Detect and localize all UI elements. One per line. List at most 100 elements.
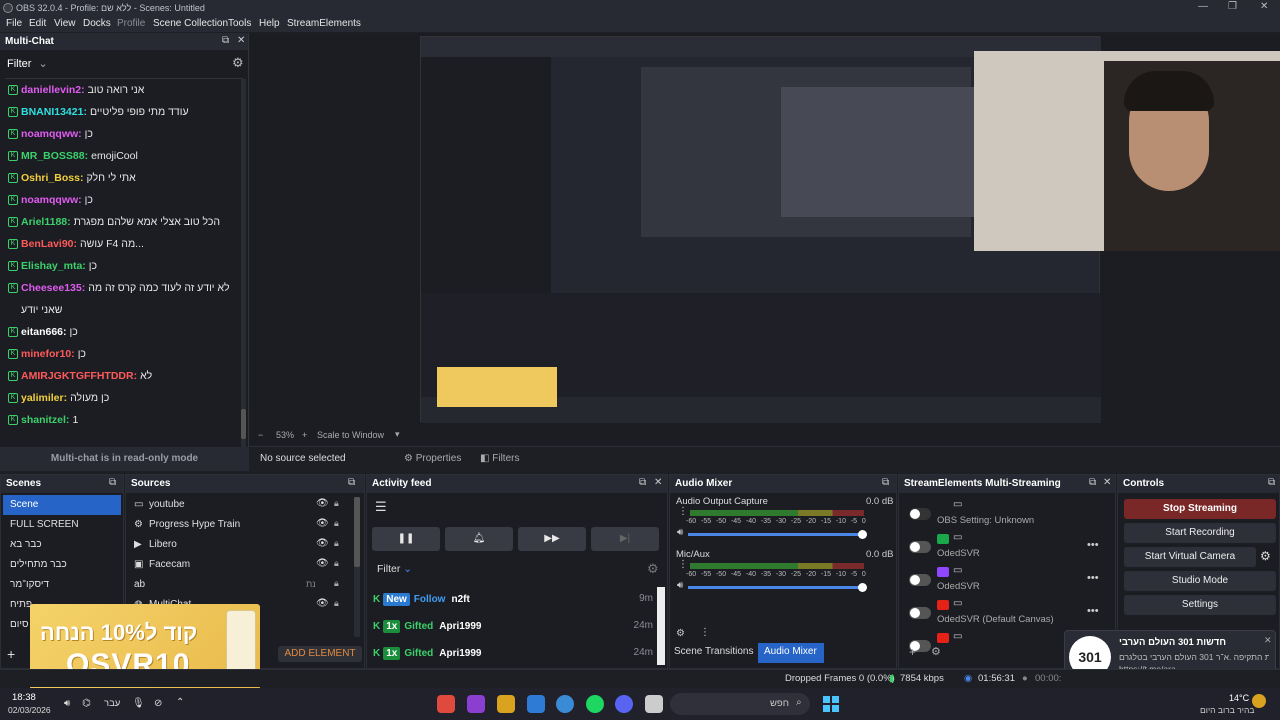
target-toggle[interactable] [909,574,931,586]
gear-icon[interactable]: ⚙ [931,645,941,658]
speaker-icon[interactable]: 🔊︎ [677,527,683,538]
zoom-in-button[interactable]: + [302,430,307,440]
activity-row[interactable]: K 1x Gifted Apri1999 24m [373,620,653,642]
lock-icon[interactable]: 🔒︎ [334,498,339,509]
app-icon[interactable] [527,695,545,713]
app-icon[interactable] [497,695,515,713]
activity-row[interactable]: K 1x Gifted Apri1999 24m [373,647,653,669]
menu-profile[interactable]: Profile [117,18,145,29]
pause-button[interactable]: ❚❚ [372,527,440,551]
float-dock-icon[interactable]: ⧉ [882,477,889,488]
more-options-icon[interactable]: ⋮ [700,627,710,638]
language-indicator[interactable]: עבר [104,698,120,709]
chat-scrollbar[interactable] [241,79,246,471]
next-button[interactable]: ▶| [591,527,659,551]
target-toggle[interactable] [909,541,931,553]
gear-icon[interactable]: ⚙ [647,561,659,577]
source-item[interactable]: ▶ Libero 👁︎ 🔒︎ [126,535,364,555]
close-window-button[interactable]: ✕ [1260,1,1268,12]
close-dock-icon[interactable]: ✕ [237,35,245,46]
lock-icon[interactable]: 🔒︎ [334,558,339,569]
menu-tools[interactable]: Tools [228,18,251,29]
close-dock-icon[interactable]: ✕ [654,477,662,488]
activity-scrollbar[interactable] [657,587,665,665]
menu-view[interactable]: View [54,18,76,29]
gear-icon[interactable]: ⚙ [676,628,685,639]
properties-button[interactable]: ⚙ Properties [404,453,461,464]
windows-start-icon[interactable] [823,696,839,712]
skip-button[interactable]: ▶▶ [518,527,586,551]
menu-icon[interactable]: ☰ [375,499,387,515]
multichat-filter[interactable]: Filter ⌄ ⚙ [0,50,248,78]
float-dock-icon[interactable]: ⧉ [222,35,229,46]
volume-slider[interactable] [688,583,867,592]
lock-icon[interactable]: 🔒︎ [334,598,339,609]
lock-icon[interactable]: 🔒︎ [334,538,339,549]
scene-item[interactable]: כבר בא [3,535,121,555]
add-target-button[interactable]: + [909,645,916,659]
eye-icon[interactable]: 👁︎ [316,538,329,549]
add-scene-button[interactable]: + [7,646,15,662]
start-virtual-camera-button[interactable]: Start Virtual Camera [1124,547,1256,567]
close-dock-icon[interactable]: ✕ [1103,477,1111,488]
menu-file[interactable]: File [6,18,22,29]
sources-scrollbar[interactable] [354,497,360,637]
bell-icon[interactable]: 🔔︎ [445,527,513,551]
discord-icon[interactable] [615,695,633,713]
app-icon[interactable] [467,695,485,713]
float-dock-icon[interactable]: ⧉ [1089,477,1096,488]
scene-item[interactable]: FULL SCREEN [3,515,121,535]
chevron-up-icon[interactable]: ⌃ [176,697,184,708]
target-toggle[interactable] [909,607,931,619]
start-recording-button[interactable]: Start Recording [1124,523,1276,543]
search-bar[interactable]: חפש ⌕ [670,693,810,715]
more-options-icon[interactable]: ••• [1087,539,1099,551]
chevron-down-icon[interactable]: ▾ [395,429,400,440]
app-icon[interactable] [437,695,455,713]
lock-icon[interactable]: 🔒︎ [334,518,339,529]
float-dock-icon[interactable]: ⧉ [639,477,646,488]
wifi-icon[interactable]: ⌬ [82,698,91,709]
speaker-icon[interactable]: 🔊︎ [677,580,683,591]
tab-audio-mixer[interactable]: Audio Mixer [758,643,824,663]
more-options-icon[interactable]: ••• [1087,572,1099,584]
source-item[interactable]: ▭ youtube 👁︎ 🔒︎ [126,495,364,515]
chrome-icon[interactable] [556,695,574,713]
menu-docks[interactable]: Docks [83,18,111,29]
menu-streamelements[interactable]: StreamElements [287,18,361,29]
gear-icon[interactable]: ⚙ [1260,549,1271,563]
activity-row[interactable]: K New Follow n2ft 9m [373,593,653,615]
more-options-icon[interactable]: ⋮ [678,559,688,570]
source-item[interactable]: ⚙ Progress Hype Train 👁︎ 🔒︎ [126,515,364,535]
mute-icon[interactable]: ⊘ [154,698,162,709]
tab-scene-transitions[interactable]: Scene Transitions [674,646,754,657]
more-options-icon[interactable]: ••• [1087,605,1099,617]
microphone-icon[interactable]: 🎙︎ [132,698,145,709]
zoom-out-button[interactable]: − [258,430,263,440]
eye-icon[interactable]: 👁︎ [316,558,329,569]
menu-scene-collection[interactable]: Scene Collection [153,18,228,29]
float-dock-icon[interactable]: ⧉ [1268,477,1275,488]
gear-icon[interactable]: ⚙ [232,55,244,71]
minimize-button[interactable]: — [1198,1,1208,12]
settings-button[interactable]: Settings [1124,595,1276,615]
maximize-button[interactable]: ❐ [1228,1,1237,12]
weather-icon[interactable] [1252,694,1266,708]
add-element-button[interactable]: ADD ELEMENT [278,646,362,662]
float-dock-icon[interactable]: ⧉ [348,477,355,488]
more-options-icon[interactable]: ⋮ [678,506,688,517]
volume-slider[interactable] [688,530,867,539]
source-item[interactable]: ab נת 🔒︎ [126,575,364,595]
eye-icon[interactable]: 👁︎ [316,518,329,529]
scale-to-window[interactable]: Scale to Window [317,430,384,440]
menu-help[interactable]: Help [259,18,280,29]
filters-button[interactable]: ◧ Filters [480,453,519,464]
float-dock-icon[interactable]: ⧉ [109,477,116,488]
stop-streaming-button[interactable]: Stop Streaming [1124,499,1276,519]
menu-edit[interactable]: Edit [29,18,46,29]
file-explorer-icon[interactable] [645,695,663,713]
activity-filter[interactable]: Filter ⌄ [377,563,412,575]
spotify-icon[interactable] [586,695,604,713]
eye-icon[interactable]: 👁︎ [316,498,329,509]
scene-item[interactable]: Scene [3,495,121,515]
